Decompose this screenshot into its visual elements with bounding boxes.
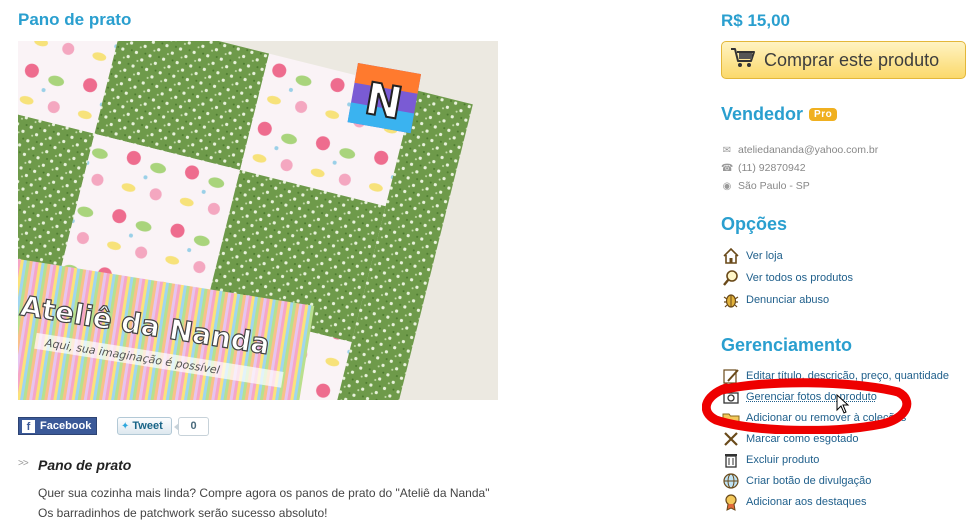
description-title: Pano de prato	[38, 457, 132, 473]
product-price: R$ 15,00	[721, 11, 790, 30]
shopping-cart-icon	[730, 47, 756, 74]
home-icon	[721, 246, 741, 266]
seller-phone-text: (11) 92870942	[738, 162, 806, 174]
manage-mark-sold-out[interactable]: Marcar como esgotado	[721, 429, 859, 449]
manage-label: Adicionar aos destaques	[746, 496, 867, 508]
description-bullet: >>	[18, 458, 29, 469]
globe-icon: ◉	[722, 180, 732, 192]
manage-label: Gerenciar fotos do produto	[746, 391, 877, 403]
seller-location: ◉ São Paulo - SP	[721, 180, 810, 192]
option-label: Ver todos os produtos	[746, 272, 854, 284]
seller-location-text: São Paulo - SP	[738, 180, 810, 192]
manage-collections[interactable]: Adicionar ou remover à coleções	[721, 408, 906, 428]
seller-email: ✉ ateliedananda@yahoo.com.br	[721, 144, 878, 156]
envelope-icon: ✉	[722, 144, 732, 156]
magnifier-icon	[721, 268, 741, 288]
seller-phone: ☎ (11) 92870942	[721, 162, 806, 174]
phone-icon: ☎	[721, 162, 734, 174]
manage-edit-product[interactable]: Editar título, descrição, preço, quantid…	[721, 366, 949, 386]
cross-tools-icon	[721, 429, 741, 449]
option-view-store[interactable]: Ver loja	[721, 246, 783, 266]
bug-icon	[721, 290, 741, 310]
trash-icon	[721, 450, 741, 470]
facebook-share-button[interactable]: f Facebook	[18, 417, 97, 435]
manage-label: Adicionar ou remover à coleções	[746, 412, 907, 424]
buy-product-button[interactable]: Comprar este produto	[721, 41, 966, 79]
pro-badge: Pro	[809, 108, 838, 121]
product-photo[interactable]: N Ateliê da Nanda Aqui, sua imaginação é…	[18, 41, 498, 400]
manage-delete-product[interactable]: Excluir produto	[721, 450, 819, 470]
seller-email-text: ateliedananda@yahoo.com.br	[738, 144, 879, 156]
manage-label: Editar título, descrição, preço, quantid…	[746, 370, 950, 382]
manage-product-photos[interactable]: Gerenciar fotos do produto	[721, 387, 877, 407]
badge-icon	[721, 492, 741, 512]
product-title: Pano de prato	[18, 10, 132, 29]
manage-label: Marcar como esgotado	[746, 433, 859, 445]
description-line: Quer sua cozinha mais linda? Compre agor…	[38, 486, 490, 500]
description-line: Os barradinhos de patchwork serão sucess…	[38, 506, 328, 520]
management-heading: Gerenciamento	[721, 335, 853, 355]
manage-label: Criar botão de divulgação	[746, 475, 872, 487]
twitter-bird-icon: ✦	[121, 420, 130, 432]
folder-icon	[721, 408, 741, 428]
facebook-label: Facebook	[40, 420, 92, 432]
manage-label: Excluir produto	[746, 454, 820, 466]
manage-add-to-featured[interactable]: Adicionar aos destaques	[721, 492, 866, 512]
globe-icon	[721, 471, 741, 491]
seller-heading-text: Vendedor	[721, 104, 804, 124]
manage-create-share-button[interactable]: Criar botão de divulgação	[721, 471, 871, 491]
pencil-icon	[721, 366, 741, 386]
buy-button-label: Comprar este produto	[764, 49, 940, 70]
tweet-label: Tweet	[132, 420, 163, 432]
tweet-count: 0	[174, 417, 209, 436]
options-heading: Opções	[721, 214, 788, 234]
option-label: Denunciar abuso	[746, 294, 830, 306]
tweet-button[interactable]: ✦ Tweet	[117, 417, 172, 435]
option-view-all-products[interactable]: Ver todos os produtos	[721, 268, 853, 288]
option-report-abuse[interactable]: Denunciar abuso	[721, 290, 829, 310]
seller-heading: Vendedor Pro	[721, 104, 838, 125]
option-label: Ver loja	[746, 250, 783, 262]
facebook-icon: f	[22, 419, 35, 433]
camera-icon	[721, 387, 741, 407]
